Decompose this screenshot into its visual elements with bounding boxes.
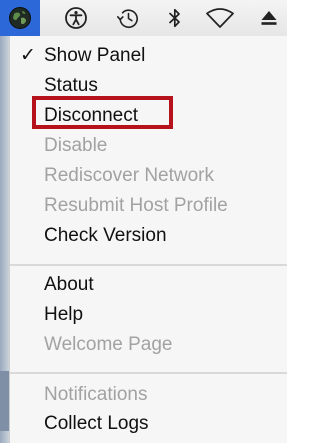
menu-item-collect-logs[interactable]: Collect Logs [44, 412, 149, 436]
wifi-status-item[interactable] [200, 0, 240, 36]
time-machine-status-item[interactable] [110, 0, 146, 36]
bluetooth-icon [169, 8, 180, 28]
checkmark-icon: ✓ [20, 45, 36, 66]
menu-item-resubmit-host-profile: Resubmit Host Profile [44, 195, 228, 216]
menu-item-disconnect[interactable]: Disconnect [44, 104, 138, 128]
eject-status-item[interactable] [254, 0, 284, 36]
app-globe-icon [9, 7, 31, 29]
screen: ✓ Show Panel Status Disconnect Disable R… [0, 0, 287, 443]
menu-item-welcome-page: Welcome Page [44, 334, 173, 355]
menu-item-help[interactable]: Help [44, 303, 83, 327]
menu-separator [10, 372, 287, 374]
menu-item-status[interactable]: Status [44, 74, 98, 98]
menu-bar [0, 0, 287, 37]
status-menu: ✓ Show Panel Status Disconnect Disable R… [9, 36, 287, 443]
accessibility-icon [65, 7, 87, 29]
background-window-edge [0, 36, 9, 443]
accessibility-status-item[interactable] [60, 0, 92, 36]
menu-item-disable: Disable [44, 135, 108, 156]
menu-item-notifications: Notifications [44, 384, 148, 405]
eject-icon [261, 11, 277, 25]
menu-item-check-version[interactable]: Check Version [44, 224, 167, 248]
menu-separator [10, 264, 287, 266]
wifi-icon [206, 8, 234, 28]
menu-item-about[interactable]: About [44, 273, 94, 297]
menu-item-show-panel[interactable]: Show Panel [44, 44, 145, 68]
menu-item-rediscover-network: Rediscover Network [44, 165, 214, 186]
app-status-item[interactable] [0, 0, 40, 36]
time-machine-icon [117, 9, 138, 28]
bluetooth-status-item[interactable] [162, 0, 188, 36]
